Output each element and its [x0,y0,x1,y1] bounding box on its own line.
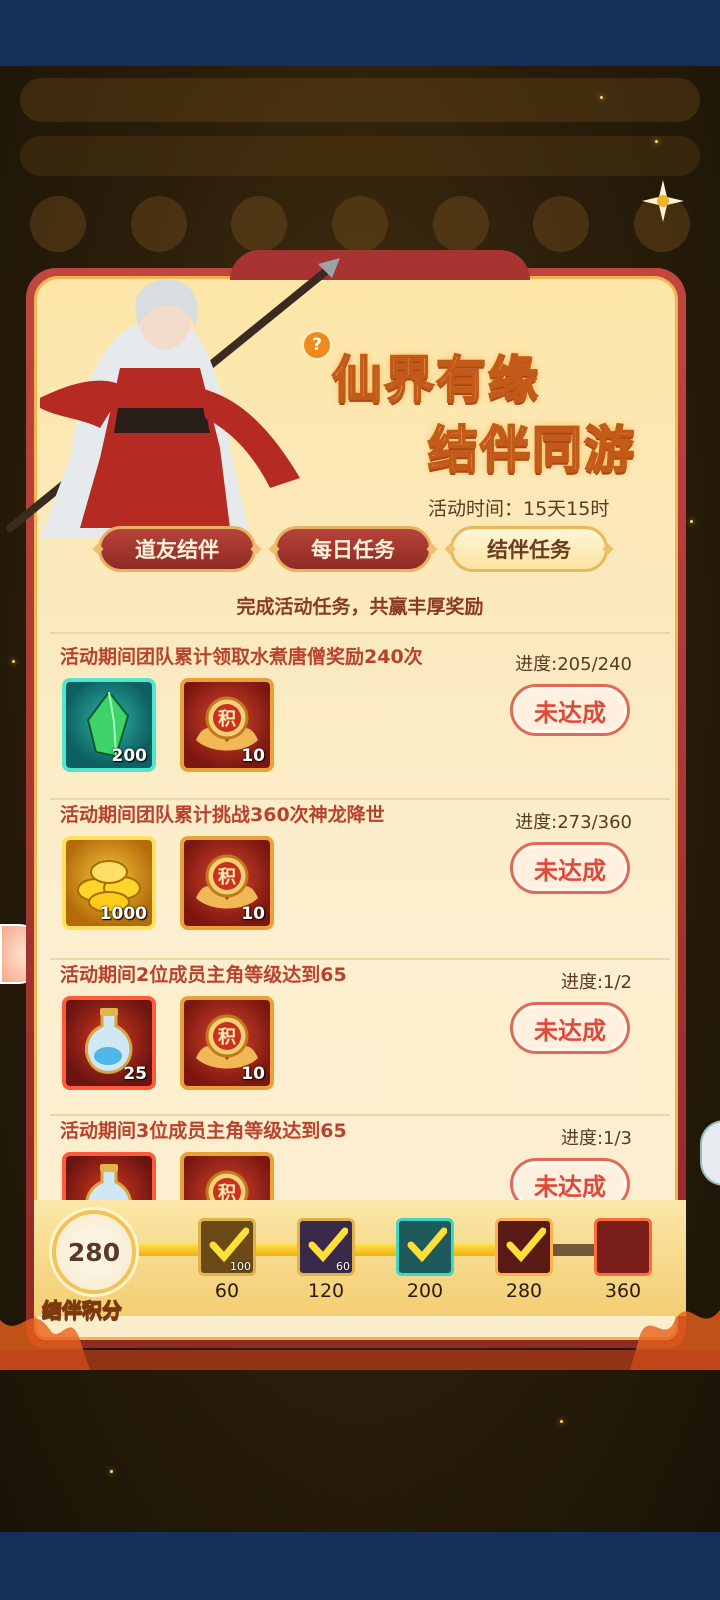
activity-time: 活动时间：15天15时 [428,498,610,520]
task-row: 活动期间团队累计领取水煮唐僧奖励240次 200 积 10 进度:205/240… [50,642,670,798]
score-glyph: 积 [218,1027,236,1048]
reward-count: 10 [241,1064,265,1084]
hud-icon [331,196,388,252]
task-progress: 进度:205/240 [515,654,632,675]
task-title: 活动期间团队累计挑战360次神龙降世 [60,804,385,826]
tab-companion[interactable]: 道友结伴 [98,526,256,572]
hud-power-strip [20,136,700,176]
task-progress: 进度:1/3 [560,1128,632,1149]
checkmark-icon [407,1227,447,1263]
milestone-reward[interactable]: 60 [297,1218,355,1276]
task-status-button[interactable]: 未达成 [510,1002,630,1054]
hud-resource-strip [20,78,700,122]
sparkle [600,96,603,99]
reward-count: 10 [241,904,265,924]
reward-count: 200 [111,746,148,766]
help-icon[interactable]: ? [302,330,332,360]
task-progress: 进度:273/360 [515,812,632,833]
reward-item[interactable]: 200 [62,678,156,772]
tab-companion-tasks[interactable]: 结伴任务 [450,526,608,572]
checkmark-icon [209,1227,249,1263]
elixir-bottle-icon [85,1164,133,1206]
milestone-count: 100 [230,1260,251,1273]
milestone-reward[interactable]: 100 [198,1218,256,1276]
reward-item[interactable] [62,1152,156,1206]
milestone-reward[interactable] [594,1218,652,1276]
hud-icon-row [30,196,690,252]
reward-count: 10 [241,746,265,766]
score-token-icon: 积 [201,1170,253,1206]
reward-item[interactable]: 积 10 [180,678,274,772]
event-title-line1: 仙界有缘 [331,350,540,410]
hero-character-art [6,258,340,538]
reward-item[interactable]: 1000 [62,836,156,930]
sparkle [655,140,658,143]
divider [50,632,670,634]
task-status-button[interactable]: 未达成 [510,1158,630,1206]
hud-icon [30,196,86,252]
event-title-line2: 结伴同游 [427,420,636,480]
task-row: 活动期间2位成员主角等级达到65 25 积 10 进度:1/2 未达成 [50,960,670,1116]
task-row: 活动期间团队累计挑战360次神龙降世 1000 积 10 进度:273/360 … [50,800,670,956]
flame-decoration [0,1310,720,1370]
checkmark-icon [308,1227,348,1263]
hud-icon [130,196,187,252]
reward-item[interactable]: 积 10 [180,996,274,1090]
sparkle-settings-icon[interactable] [640,178,686,224]
score-value: 280 [52,1210,136,1294]
milestone-reward[interactable] [396,1218,454,1276]
hud-icon [533,196,590,252]
score-glyph: 积 [218,867,236,888]
checkmark-icon [506,1227,546,1263]
tab-daily-tasks[interactable]: 每日任务 [274,526,432,572]
reward-item[interactable]: 25 [62,996,156,1090]
sparkle [690,520,693,523]
hud-icon [231,196,288,252]
reward-item[interactable]: 积 10 [180,836,274,930]
hud-icon [432,196,489,252]
milestone-count: 60 [336,1260,350,1273]
task-status-button[interactable]: 未达成 [510,842,630,894]
score-glyph: 积 [218,709,236,730]
background-bottom-nav [0,1380,720,1530]
task-title: 活动期间2位成员主角等级达到65 [60,964,347,986]
task-title: 活动期间团队累计领取水煮唐僧奖励240次 [60,646,423,668]
task-title: 活动期间3位成员主角等级达到65 [60,1120,347,1142]
bottom-system-bar [0,1532,720,1600]
reward-count: 1000 [99,904,147,924]
task-status-button[interactable]: 未达成 [510,684,630,736]
task-row: 活动期间3位成员主角等级达到65 积 进度:1/3 未达成 [50,1116,670,1206]
panel-subtitle: 完成活动任务，共赢丰厚奖励 [236,596,484,618]
task-progress: 进度:1/2 [560,972,632,993]
reward-count: 25 [123,1064,147,1084]
tab-bar: 道友结伴 每日任务 结伴任务 [98,526,608,572]
reward-item[interactable]: 积 [180,1152,274,1206]
sparkle [12,660,15,663]
milestone-reward[interactable] [495,1218,553,1276]
